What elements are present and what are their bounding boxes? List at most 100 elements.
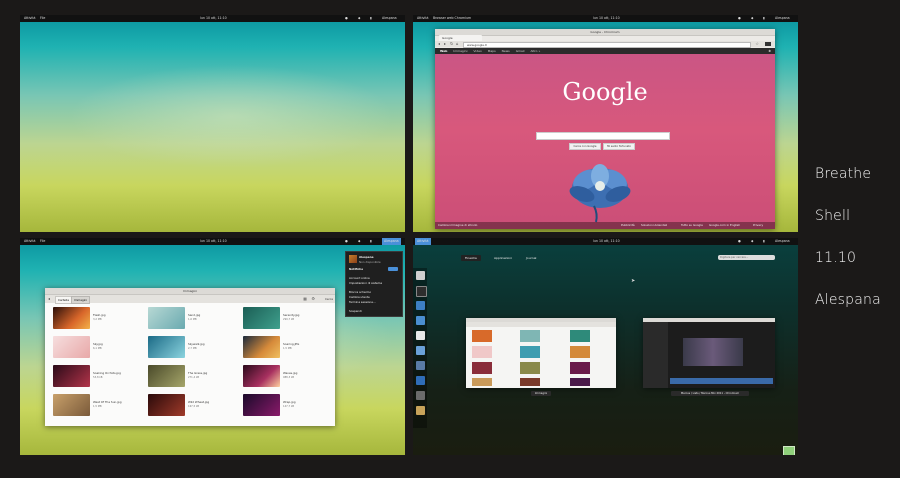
dash-app-icon[interactable] xyxy=(416,346,425,355)
menu-switch-user[interactable]: Cambia utente xyxy=(349,295,370,299)
user-menu[interactable]: Alespana xyxy=(382,15,397,22)
battery-icon[interactable]: ▮ xyxy=(763,238,765,245)
star-icon[interactable]: ☆ xyxy=(755,41,759,47)
file-thumbnail[interactable] xyxy=(53,336,90,358)
user-status[interactable]: Non disponibile xyxy=(359,260,381,264)
activities-button[interactable]: Attività xyxy=(24,238,36,245)
volume-icon[interactable]: ◆ xyxy=(358,238,360,245)
file-size: 988,3 kB xyxy=(283,376,295,379)
footer-about[interactable]: Tutto su Google xyxy=(681,222,703,229)
file-name: West Of The Sun.jpg xyxy=(93,400,122,404)
back-icon[interactable]: ◂ xyxy=(438,41,440,47)
dash-app-icon[interactable] xyxy=(416,271,425,280)
user-menu[interactable]: Alespana xyxy=(775,15,790,22)
file-size: 299,7 kB xyxy=(283,318,295,321)
user-menu[interactable]: Alespana xyxy=(775,238,790,245)
network-icon[interactable]: ● xyxy=(738,238,741,245)
file-thumbnail[interactable] xyxy=(148,394,185,416)
app-menu[interactable]: File xyxy=(40,15,45,22)
clock[interactable]: lun 10 ott, 11:10 xyxy=(200,15,227,22)
footer-business[interactable]: Soluzioni Aziendali xyxy=(641,222,667,229)
clock[interactable]: lun 10 ott, 11:10 xyxy=(593,238,620,245)
activities-button[interactable]: Attività xyxy=(24,15,36,22)
app-menu[interactable]: Browser web Chromium xyxy=(433,15,471,22)
volume-icon[interactable]: ◆ xyxy=(358,15,360,22)
volume-icon[interactable]: ◆ xyxy=(751,238,753,245)
browser-toolbar: ◂ ▸ ↻ ⌂ www.google.it ☆ xyxy=(435,41,775,48)
search-button[interactable]: Cerca con Google xyxy=(569,143,601,150)
clock[interactable]: lun 10 ott, 11:10 xyxy=(593,15,620,22)
home-icon[interactable]: ⌂ xyxy=(456,41,459,47)
footer-privacy[interactable]: Privacy xyxy=(753,222,763,229)
tab-windows[interactable]: Finestre xyxy=(461,255,481,261)
breadcrumb-folder[interactable]: Cartella xyxy=(55,296,72,304)
dash-app-icon[interactable] xyxy=(416,316,425,325)
zoom-icon[interactable]: ⚙ xyxy=(311,295,315,303)
footer-english[interactable]: Google.com in English xyxy=(709,222,740,229)
file-thumbnail[interactable] xyxy=(148,365,185,387)
footer-advertising[interactable]: Pubblicità xyxy=(621,222,635,229)
tab-applications[interactable]: Applicazioni xyxy=(494,256,512,260)
battery-icon[interactable]: ▮ xyxy=(370,238,372,245)
battery-icon[interactable]: ▮ xyxy=(763,15,765,22)
file-name: Serenity.jpg xyxy=(283,313,300,317)
dash-app-icon[interactable] xyxy=(416,406,425,415)
lucky-button[interactable]: Mi sento fortunato xyxy=(603,143,635,150)
file-thumbnail[interactable] xyxy=(53,365,90,387)
overview-search[interactable]: Digitare per cercare... xyxy=(718,255,775,260)
overview-window-thumb-files[interactable] xyxy=(466,318,616,388)
file-name: The Grass.jpg xyxy=(188,371,208,375)
activities-button[interactable]: Attività xyxy=(415,238,431,245)
battery-icon[interactable]: ▮ xyxy=(370,15,372,22)
notifications-toggle[interactable] xyxy=(388,267,398,271)
dash-app-icon[interactable] xyxy=(416,301,425,310)
back-icon[interactable]: ◂ xyxy=(48,295,50,303)
volume-icon[interactable]: ◆ xyxy=(751,15,753,22)
forward-icon[interactable]: ▸ xyxy=(444,41,446,47)
window-title: Immagini xyxy=(45,288,335,295)
workspace-thumbnail[interactable] xyxy=(783,446,795,455)
menu-lock-screen[interactable]: Blocca schermo xyxy=(349,290,371,294)
tab-journal[interactable]: Journal xyxy=(526,256,536,260)
file-thumbnail[interactable] xyxy=(243,394,280,416)
overview-window-thumb-browser[interactable] xyxy=(643,318,775,388)
dash-app-icon[interactable] xyxy=(416,286,427,297)
side-title-shell: Shell xyxy=(815,208,851,224)
window-caption-browser: Marcus / Lists / Marcus Mix 2011 - Chrom… xyxy=(671,391,749,396)
file-thumbnail[interactable] xyxy=(243,336,280,358)
wrench-icon[interactable] xyxy=(765,42,771,46)
user-menu[interactable]: Alespana xyxy=(382,238,401,245)
menu-log-out[interactable]: Termina sessione... xyxy=(349,300,376,304)
screenshot-desktop: Attività File lun 10 ott, 11:10 ● ◆ ▮ Al… xyxy=(20,15,405,232)
menu-suspend[interactable]: Sospendi xyxy=(349,309,362,313)
view-icon[interactable]: ▦ xyxy=(303,295,307,303)
dash-app-icon[interactable] xyxy=(416,361,425,370)
menu-system-settings[interactable]: Impostazioni di sistema xyxy=(349,281,382,285)
network-icon[interactable]: ● xyxy=(345,15,348,22)
menu-notifications[interactable]: Notifiche xyxy=(349,267,363,271)
file-thumbnail[interactable] xyxy=(148,307,185,329)
clock[interactable]: lun 10 ott, 11:10 xyxy=(200,238,227,245)
search-button[interactable]: Cerca xyxy=(325,295,333,303)
network-icon[interactable]: ● xyxy=(738,15,741,22)
file-thumbnail[interactable] xyxy=(148,336,185,358)
file-thumbnail[interactable] xyxy=(53,307,90,329)
reload-icon[interactable]: ↻ xyxy=(450,41,453,47)
file-thumbnail[interactable] xyxy=(53,394,90,416)
dash-app-icon[interactable] xyxy=(416,376,425,385)
breadcrumb-images[interactable]: Immagini xyxy=(71,296,91,304)
file-name: Soaring.JPG xyxy=(283,342,300,346)
file-thumbnail[interactable] xyxy=(243,365,280,387)
file-thumbnail[interactable] xyxy=(243,307,280,329)
file-name: Soaking Orchids.jpg xyxy=(93,371,121,375)
google-footer: Cambia immagine di sfondo Pubblicità Sol… xyxy=(435,222,775,229)
search-input[interactable] xyxy=(536,132,670,140)
file-size: 167,5 kB xyxy=(188,405,200,408)
dash-app-icon[interactable] xyxy=(416,331,425,340)
activities-button[interactable]: Attività xyxy=(417,15,429,22)
dash-app-icon[interactable] xyxy=(416,391,425,400)
change-background-link[interactable]: Cambia immagine di sfondo xyxy=(438,222,477,229)
network-icon[interactable]: ● xyxy=(345,238,348,245)
menu-online-accounts[interactable]: Account online xyxy=(349,276,370,280)
app-menu[interactable]: File xyxy=(40,238,45,245)
